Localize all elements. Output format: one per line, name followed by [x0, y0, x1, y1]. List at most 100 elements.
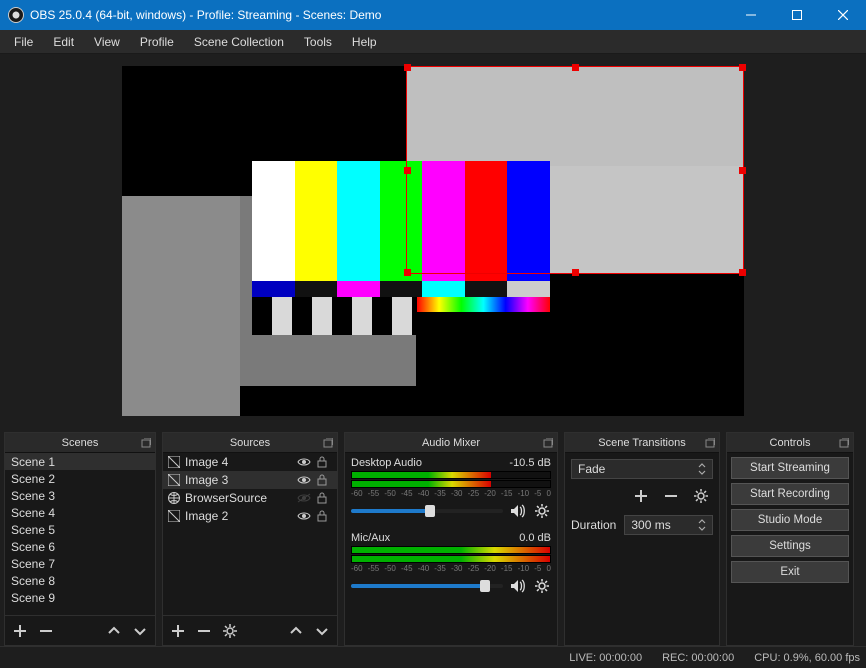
- transitions-header[interactable]: Scene Transitions: [565, 433, 719, 453]
- audio-mixer-panel: Audio Mixer Desktop Audio -10.5 dB -60-5…: [344, 432, 558, 646]
- scene-item[interactable]: Scene 5: [5, 521, 155, 538]
- scene-item[interactable]: Scene 4: [5, 504, 155, 521]
- volume-slider[interactable]: [351, 509, 503, 513]
- move-source-up-button[interactable]: [285, 620, 307, 642]
- updown-icon: [698, 519, 706, 531]
- panel-title: Scene Transitions: [598, 437, 685, 449]
- popout-icon[interactable]: [703, 436, 716, 449]
- source-item[interactable]: Image 4: [163, 453, 337, 471]
- panel-title: Audio Mixer: [422, 437, 480, 449]
- sources-panel: Sources Image 4 Image 3: [162, 432, 338, 646]
- menu-profile[interactable]: Profile: [130, 30, 184, 53]
- lock-toggle[interactable]: [317, 510, 333, 522]
- menu-scene-collection[interactable]: Scene Collection: [184, 30, 294, 53]
- move-source-down-button[interactable]: [311, 620, 333, 642]
- add-source-button[interactable]: [167, 620, 189, 642]
- start-recording-button[interactable]: Start Recording: [731, 483, 849, 505]
- source-label: Image 2: [185, 509, 293, 523]
- move-scene-up-button[interactable]: [103, 620, 125, 642]
- panel-title: Controls: [770, 437, 811, 449]
- volume-slider[interactable]: [351, 584, 503, 588]
- sources-toolbar: [163, 615, 337, 645]
- channel-name: Mic/Aux: [351, 532, 390, 544]
- menu-edit[interactable]: Edit: [43, 30, 84, 53]
- duration-label: Duration: [571, 518, 616, 532]
- add-scene-button[interactable]: [9, 620, 31, 642]
- transitions-panel: Scene Transitions Fade Duration 300 ms: [564, 432, 720, 646]
- lock-toggle[interactable]: [317, 492, 333, 504]
- maximize-button[interactable]: [774, 0, 820, 30]
- remove-scene-button[interactable]: [35, 620, 57, 642]
- remove-source-button[interactable]: [193, 620, 215, 642]
- popout-icon[interactable]: [541, 436, 554, 449]
- channel-db: -10.5 dB: [509, 457, 551, 469]
- remove-transition-button[interactable]: [659, 485, 683, 507]
- source-selection-box[interactable]: [406, 66, 744, 274]
- menu-file[interactable]: File: [4, 30, 43, 53]
- transition-settings-button[interactable]: [689, 485, 713, 507]
- meter-ticks: -60-55-50-45-40-35-30-25-20-15-10-50: [351, 489, 551, 498]
- source-properties-button[interactable]: [219, 620, 241, 642]
- duration-input[interactable]: 300 ms: [624, 515, 713, 535]
- studio-mode-button[interactable]: Studio Mode: [731, 509, 849, 531]
- gear-icon[interactable]: [533, 577, 551, 595]
- scene-item[interactable]: Scene 2: [5, 470, 155, 487]
- sources-panel-header[interactable]: Sources: [163, 433, 337, 453]
- sources-list: Image 4 Image 3 BrowserSource: [163, 453, 337, 525]
- scene-item[interactable]: Scene 8: [5, 572, 155, 589]
- speaker-icon[interactable]: [509, 502, 527, 520]
- menu-tools[interactable]: Tools: [294, 30, 342, 53]
- docks-row: Scenes Scene 1 Scene 2 Scene 3 Scene 4 S…: [0, 428, 866, 646]
- close-button[interactable]: [820, 0, 866, 30]
- image-icon: [167, 509, 181, 523]
- source-item[interactable]: Image 2: [163, 507, 337, 525]
- scene-item[interactable]: Scene 6: [5, 538, 155, 555]
- scenes-toolbar: [5, 615, 155, 645]
- channel-db: 0.0 dB: [519, 532, 551, 544]
- source-item[interactable]: Image 3: [163, 471, 337, 489]
- exit-button[interactable]: Exit: [731, 561, 849, 583]
- lock-toggle[interactable]: [317, 474, 333, 486]
- popout-icon[interactable]: [139, 436, 152, 449]
- minimize-button[interactable]: [728, 0, 774, 30]
- mixer-channel-mic-aux: Mic/Aux 0.0 dB -60-55-50-45-40-35-30-25-…: [351, 532, 551, 595]
- transition-select[interactable]: Fade: [571, 459, 713, 479]
- image-icon: [167, 455, 181, 469]
- visibility-toggle[interactable]: [297, 493, 313, 503]
- popout-icon[interactable]: [321, 436, 334, 449]
- scene-item[interactable]: Scene 7: [5, 555, 155, 572]
- scene-item[interactable]: Scene 9: [5, 589, 155, 606]
- settings-button[interactable]: Settings: [731, 535, 849, 557]
- audio-mixer-header[interactable]: Audio Mixer: [345, 433, 557, 453]
- visibility-toggle[interactable]: [297, 511, 313, 521]
- scene-item[interactable]: Scene 3: [5, 487, 155, 504]
- menubar: File Edit View Profile Scene Collection …: [0, 30, 866, 54]
- controls-panel: Controls Start Streaming Start Recording…: [726, 432, 854, 646]
- gear-icon[interactable]: [533, 502, 551, 520]
- speaker-icon[interactable]: [509, 577, 527, 595]
- move-scene-down-button[interactable]: [129, 620, 151, 642]
- menu-view[interactable]: View: [84, 30, 130, 53]
- source-label: Image 4: [185, 455, 293, 469]
- preview-canvas[interactable]: [122, 66, 744, 416]
- lock-toggle[interactable]: [317, 456, 333, 468]
- visibility-toggle[interactable]: [297, 475, 313, 485]
- globe-icon: [167, 491, 181, 505]
- window-titlebar: OBS 25.0.4 (64-bit, windows) - Profile: …: [0, 0, 866, 30]
- add-transition-button[interactable]: [629, 485, 653, 507]
- menu-help[interactable]: Help: [342, 30, 387, 53]
- mixer-channel-desktop-audio: Desktop Audio -10.5 dB -60-55-50-45-40-3…: [351, 457, 551, 520]
- status-live: LIVE: 00:00:00: [569, 652, 642, 664]
- popout-icon[interactable]: [837, 436, 850, 449]
- scenes-panel-header[interactable]: Scenes: [5, 433, 155, 453]
- controls-header[interactable]: Controls: [727, 433, 853, 453]
- visibility-toggle[interactable]: [297, 457, 313, 467]
- duration-value: 300 ms: [631, 518, 670, 532]
- status-cpu: CPU: 0.9%, 60.00 fps: [754, 652, 860, 664]
- panel-title: Scenes: [62, 437, 99, 449]
- meter-ticks: -60-55-50-45-40-35-30-25-20-15-10-50: [351, 564, 551, 573]
- source-item[interactable]: BrowserSource: [163, 489, 337, 507]
- source-label: BrowserSource: [185, 491, 293, 505]
- scene-item[interactable]: Scene 1: [5, 453, 155, 470]
- start-streaming-button[interactable]: Start Streaming: [731, 457, 849, 479]
